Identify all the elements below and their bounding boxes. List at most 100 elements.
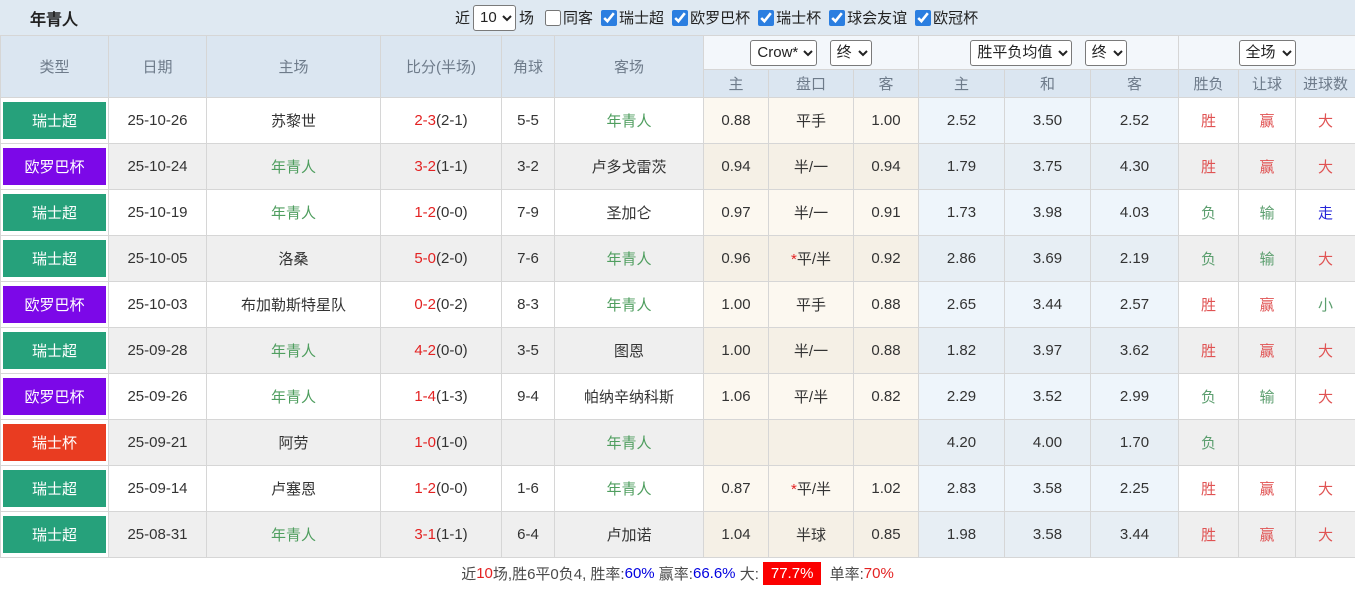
match-row: 瑞士超25-09-28年青人4-2(0-0)3-5图恩1.00半/一0.881.… (1, 328, 1355, 374)
col-header-type: 类型 (1, 36, 109, 98)
handicap-cell: 平手 (769, 282, 854, 328)
away-team-cell: 年青人 (555, 236, 704, 282)
score-cell: 5-0(2-0) (381, 236, 502, 282)
home-team-cell: 年青人 (207, 190, 381, 236)
eu-away-odds-cell: 2.99 (1091, 374, 1179, 420)
filter-checkbox[interactable] (545, 10, 561, 26)
eu-home-odds-cell: 1.98 (919, 512, 1005, 558)
goals-result-cell: 大 (1296, 98, 1355, 144)
handicap-result-cell: 赢 (1239, 144, 1296, 190)
fulltime-score: 1-2 (414, 480, 436, 497)
home-team-cell: 年青人 (207, 328, 381, 374)
home-team-cell: 年青人 (207, 512, 381, 558)
sub-header-asia-home: 主 (704, 70, 769, 98)
winloss-result-cell: 负 (1179, 374, 1239, 420)
away-team-cell: 卢多戈雷茨 (555, 144, 704, 190)
asia-company-select[interactable]: Crow* (750, 40, 817, 66)
date-cell: 25-10-05 (109, 236, 207, 282)
league-badge: 瑞士超 (3, 240, 106, 277)
match-row: 瑞士超25-10-05洛桑5-0(2-0)7-6年青人0.96*平/半0.922… (1, 236, 1355, 282)
away-team-cell: 图恩 (555, 328, 704, 374)
footer-text: 赢率: (655, 563, 693, 584)
eu-home-odds-cell: 2.83 (919, 466, 1005, 512)
home-team-cell: 年青人 (207, 144, 381, 190)
away-team-cell: 年青人 (555, 466, 704, 512)
filter-瑞士超[interactable]: 瑞士超 (593, 7, 664, 28)
fulltime-score: 3-2 (414, 158, 436, 175)
eu-home-odds-cell: 2.65 (919, 282, 1005, 328)
eu-away-odds-cell: 4.03 (1091, 190, 1179, 236)
winloss-result-cell: 胜 (1179, 512, 1239, 558)
filter-checkbox[interactable] (601, 10, 617, 26)
home-team-cell: 年青人 (207, 374, 381, 420)
fulltime-score: 0-2 (414, 296, 436, 313)
eu-away-odds-cell: 3.44 (1091, 512, 1179, 558)
filter-controls: 近 10 场 同客瑞士超欧罗巴杯瑞士杯球会友谊欧冠杯 (452, 0, 978, 35)
goals-result-cell: 大 (1296, 374, 1355, 420)
winloss-result-cell: 负 (1179, 190, 1239, 236)
score-cell: 1-2(0-0) (381, 466, 502, 512)
asia-away-odds-cell: 0.91 (854, 190, 919, 236)
winloss-result-cell: 胜 (1179, 328, 1239, 374)
filter-欧罗巴杯[interactable]: 欧罗巴杯 (664, 7, 750, 28)
filter-checkbox[interactable] (915, 10, 931, 26)
eu-draw-odds-cell: 3.58 (1005, 466, 1091, 512)
asia-home-odds-cell: 1.00 (704, 282, 769, 328)
handicap-star: * (791, 481, 797, 498)
halftime-score: (1-0) (436, 434, 468, 451)
asia-away-odds-cell: 0.94 (854, 144, 919, 190)
date-cell: 25-10-24 (109, 144, 207, 190)
footer-text: 近 (461, 563, 476, 584)
league-badge: 瑞士超 (3, 102, 106, 139)
filter-checkbox[interactable] (672, 10, 688, 26)
filter-checkbox[interactable] (758, 10, 774, 26)
home-team-cell: 洛桑 (207, 236, 381, 282)
league-type-cell: 瑞士超 (1, 190, 109, 236)
halftime-score: (1-1) (436, 526, 468, 543)
filter-球会友谊[interactable]: 球会友谊 (821, 7, 907, 28)
league-type-cell: 瑞士超 (1, 512, 109, 558)
europe-time-select[interactable]: 终 (1085, 40, 1127, 66)
handicap-cell: 半/一 (769, 190, 854, 236)
filter-label: 球会友谊 (847, 7, 907, 28)
sub-header-asia-away: 客 (854, 70, 919, 98)
eu-draw-odds-cell: 3.97 (1005, 328, 1091, 374)
corner-cell: 3-2 (502, 144, 555, 190)
filter-欧冠杯[interactable]: 欧冠杯 (907, 7, 978, 28)
filter-label: 同客 (563, 7, 593, 28)
sub-header-winloss: 胜负 (1179, 70, 1239, 98)
halftime-score: (2-1) (436, 112, 468, 129)
corner-cell: 9-4 (502, 374, 555, 420)
filter-瑞士杯[interactable]: 瑞士杯 (750, 7, 821, 28)
sub-header-eu-home: 主 (919, 70, 1005, 98)
eu-away-odds-cell: 2.25 (1091, 466, 1179, 512)
footer-blue-value: 60% (625, 565, 655, 582)
asia-home-odds-cell: 0.88 (704, 98, 769, 144)
asia-away-odds-cell: 0.85 (854, 512, 919, 558)
fulltime-score: 3-1 (414, 526, 436, 543)
goals-result-cell: 大 (1296, 144, 1355, 190)
score-cell: 1-0(1-0) (381, 420, 502, 466)
summary-footer: 近10场,胜6平0负4, 胜率:60% 赢率:66.6% 大:77.7% 单率:… (0, 558, 1355, 589)
recent-count-select[interactable]: 10 (473, 5, 516, 31)
winloss-result-cell: 负 (1179, 236, 1239, 282)
filter-同客[interactable]: 同客 (537, 7, 593, 28)
handicap-result-cell: 输 (1239, 236, 1296, 282)
score-cell: 1-2(0-0) (381, 190, 502, 236)
recent-label: 近 (455, 7, 470, 28)
date-cell: 25-08-31 (109, 512, 207, 558)
asia-time-select[interactable]: 终 (830, 40, 872, 66)
col-header-date: 日期 (109, 36, 207, 98)
asia-home-odds-cell: 1.04 (704, 512, 769, 558)
europe-company-select[interactable]: 胜平负均值 (970, 40, 1072, 66)
goals-result-cell (1296, 420, 1355, 466)
result-scope-select[interactable]: 全场 (1239, 40, 1296, 66)
league-type-cell: 瑞士超 (1, 466, 109, 512)
league-type-cell: 瑞士超 (1, 236, 109, 282)
filter-checkbox[interactable] (829, 10, 845, 26)
corner-cell: 6-4 (502, 512, 555, 558)
handicap-result-cell: 赢 (1239, 328, 1296, 374)
league-type-cell: 瑞士超 (1, 328, 109, 374)
corner-cell: 7-9 (502, 190, 555, 236)
winloss-result-cell: 胜 (1179, 144, 1239, 190)
